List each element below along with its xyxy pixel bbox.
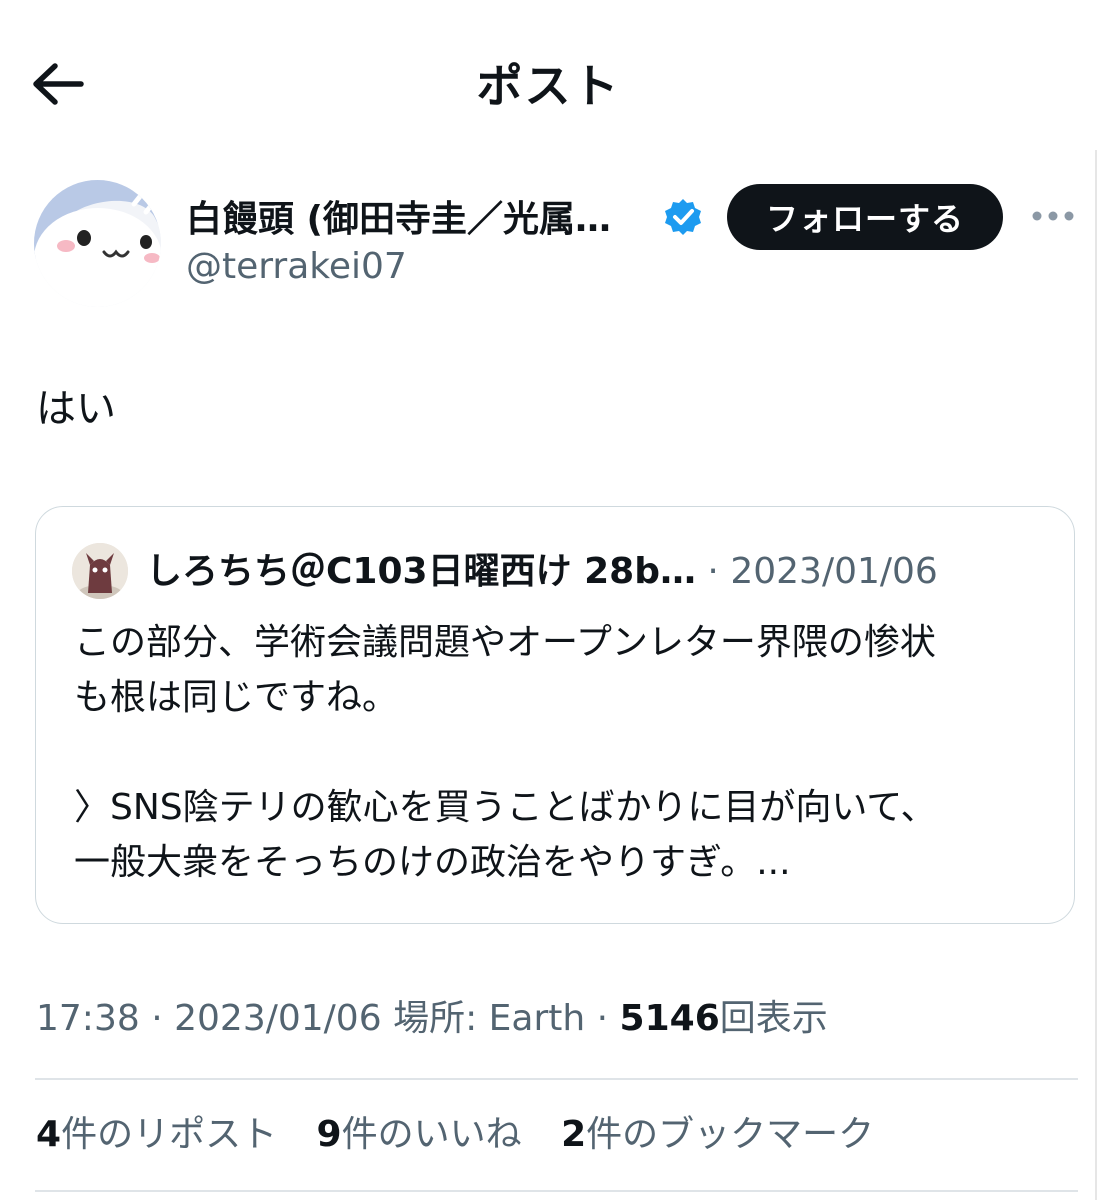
quote-line: も根は同じですね。 xyxy=(74,677,399,718)
likes-stat[interactable]: 9件のいいね xyxy=(317,1110,522,1160)
meta-separator: · xyxy=(151,998,163,1039)
author-handle[interactable]: @terrakei07 xyxy=(186,246,407,287)
post-time[interactable]: 17:38 xyxy=(36,998,140,1039)
more-horizontal-icon xyxy=(1032,211,1074,221)
repost-label: 件のリポスト xyxy=(61,1114,278,1155)
more-options-button[interactable] xyxy=(1026,196,1080,236)
quote-avatar-image xyxy=(72,543,128,599)
author-name[interactable]: 白饅頭 (御田寺圭／光属… xyxy=(186,190,611,242)
post-date[interactable]: 2023/01/06 xyxy=(174,998,382,1039)
quoted-post[interactable]: しろちち＠C103日曜西け 28b… · 2023/01/06 この部分、学術会… xyxy=(35,506,1075,924)
author-avatar[interactable] xyxy=(34,180,161,307)
quote-header: しろちち＠C103日曜西け 28b… · 2023/01/06 xyxy=(146,547,938,597)
meta-separator: · xyxy=(596,998,609,1039)
like-count: 9 xyxy=(316,1114,342,1155)
quote-separator: · xyxy=(707,551,719,592)
quote-author-name: しろちち＠C103日曜西け 28b… xyxy=(146,551,696,592)
bookmark-label: 件のブックマーク xyxy=(586,1114,875,1155)
view-count: 5146 xyxy=(619,998,720,1039)
like-label: 件のいいね xyxy=(341,1114,522,1155)
quote-date: 2023/01/06 xyxy=(730,551,938,592)
quote-line xyxy=(74,725,1054,780)
repost-count: 4 xyxy=(36,1114,62,1155)
top-bar: ポスト xyxy=(0,0,1097,165)
post-text: はい xyxy=(36,386,116,432)
divider xyxy=(35,1078,1078,1080)
page-title: ポスト xyxy=(476,59,621,113)
follow-button[interactable]: フォローする xyxy=(727,184,1003,250)
bookmarks-stat[interactable]: 2件のブックマーク xyxy=(561,1110,874,1160)
view-count-label: 回表示 xyxy=(719,998,828,1039)
quote-line: この部分、学術会議問題やオープンレター界隈の惨状 xyxy=(74,622,936,663)
verified-badge-icon xyxy=(665,199,701,235)
divider xyxy=(35,1190,1078,1192)
bookmark-count: 2 xyxy=(561,1114,587,1155)
quote-author-avatar[interactable] xyxy=(72,543,128,599)
post-metadata: 17:38 · 2023/01/06 場所: Earth · 5146回表示 xyxy=(36,994,828,1044)
quote-text: この部分、学術会議問題やオープンレター界隈の惨状 も根は同じですね。 〉SNS陰… xyxy=(74,615,1054,890)
avatar-image xyxy=(34,180,161,307)
quote-line: 〉SNS陰テリの歓心を買うことばかりに目が向いて、 xyxy=(74,787,937,828)
post-location: 場所: Earth xyxy=(393,998,586,1039)
engagement-stats: 4件のリポスト 9件のいいね 2件のブックマーク xyxy=(36,1110,902,1160)
quote-line: 一般大衆をそっちのけの政治をやりすぎ。... xyxy=(74,842,791,883)
reposts-stat[interactable]: 4件のリポスト xyxy=(36,1110,277,1160)
